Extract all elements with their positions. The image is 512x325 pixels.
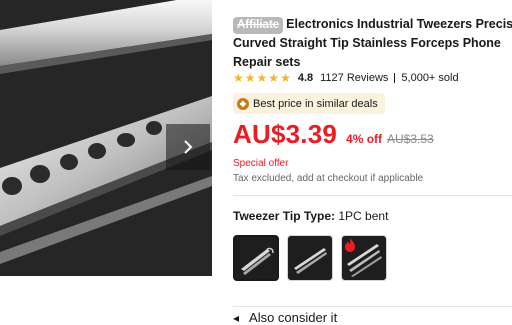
best-price-label: Best price in similar deals	[253, 97, 378, 110]
product-title: Affiliate Electronics Industrial Tweezers…	[233, 15, 512, 72]
reviews-link[interactable]: 1127 Reviews	[320, 72, 388, 84]
divider	[233, 306, 512, 307]
tax-note: Tax excluded, add at checkout if applica…	[233, 173, 424, 184]
variant-thumbnail	[294, 248, 327, 274]
variant-option-straight[interactable]	[287, 235, 333, 281]
star-icon: ★	[256, 71, 268, 85]
original-price: AU$3.53	[387, 132, 434, 146]
variant-option-bent[interactable]	[233, 235, 279, 281]
discount-percent: 4% off	[346, 132, 383, 146]
variant-label-title: Tweezer Tip Type:	[233, 209, 336, 223]
price-row: AU$3.39 4% off AU$3.53	[233, 119, 434, 153]
variant-thumbnail	[241, 247, 274, 275]
chevron-icon: ◂	[233, 310, 240, 325]
affiliate-badge: Affiliate	[233, 17, 284, 34]
separator	[394, 73, 396, 83]
variant-selected-value: 1PC bent	[338, 209, 389, 223]
gallery-next-button[interactable]	[166, 124, 210, 170]
star-icon: ★	[268, 71, 280, 85]
divider	[233, 195, 512, 196]
star-icon: ★	[233, 71, 244, 85]
also-consider-label: Also consider it	[249, 310, 338, 325]
best-price-badge: ◆ Best price in similar deals	[233, 93, 385, 114]
star-icon: ★	[280, 71, 291, 85]
rating-row: ★ ★ ★ ★ ★ 4.8 1127 Reviews 5,000+ sold	[233, 70, 459, 86]
also-consider-row[interactable]: ◂ Also consider it	[233, 310, 337, 325]
product-image-gallery[interactable]	[0, 0, 212, 276]
special-offer-label: Special offer	[233, 158, 289, 169]
flame-icon	[345, 238, 355, 252]
product-info-panel: Affiliate Electronics Industrial Tweezers…	[233, 0, 512, 325]
rating-stars: ★ ★ ★ ★ ★	[233, 72, 291, 84]
variant-options	[233, 235, 387, 281]
chevron-right-icon	[184, 140, 193, 154]
variant-option-set[interactable]	[341, 235, 387, 281]
variant-label: Tweezer Tip Type: 1PC bent	[233, 209, 388, 223]
current-price: AU$3.39	[233, 119, 338, 149]
sold-count: 5,000+ sold	[401, 72, 459, 84]
rating-value: 4.8	[297, 72, 314, 84]
price-tag-icon: ◆	[237, 97, 249, 110]
star-icon: ★	[244, 71, 256, 85]
